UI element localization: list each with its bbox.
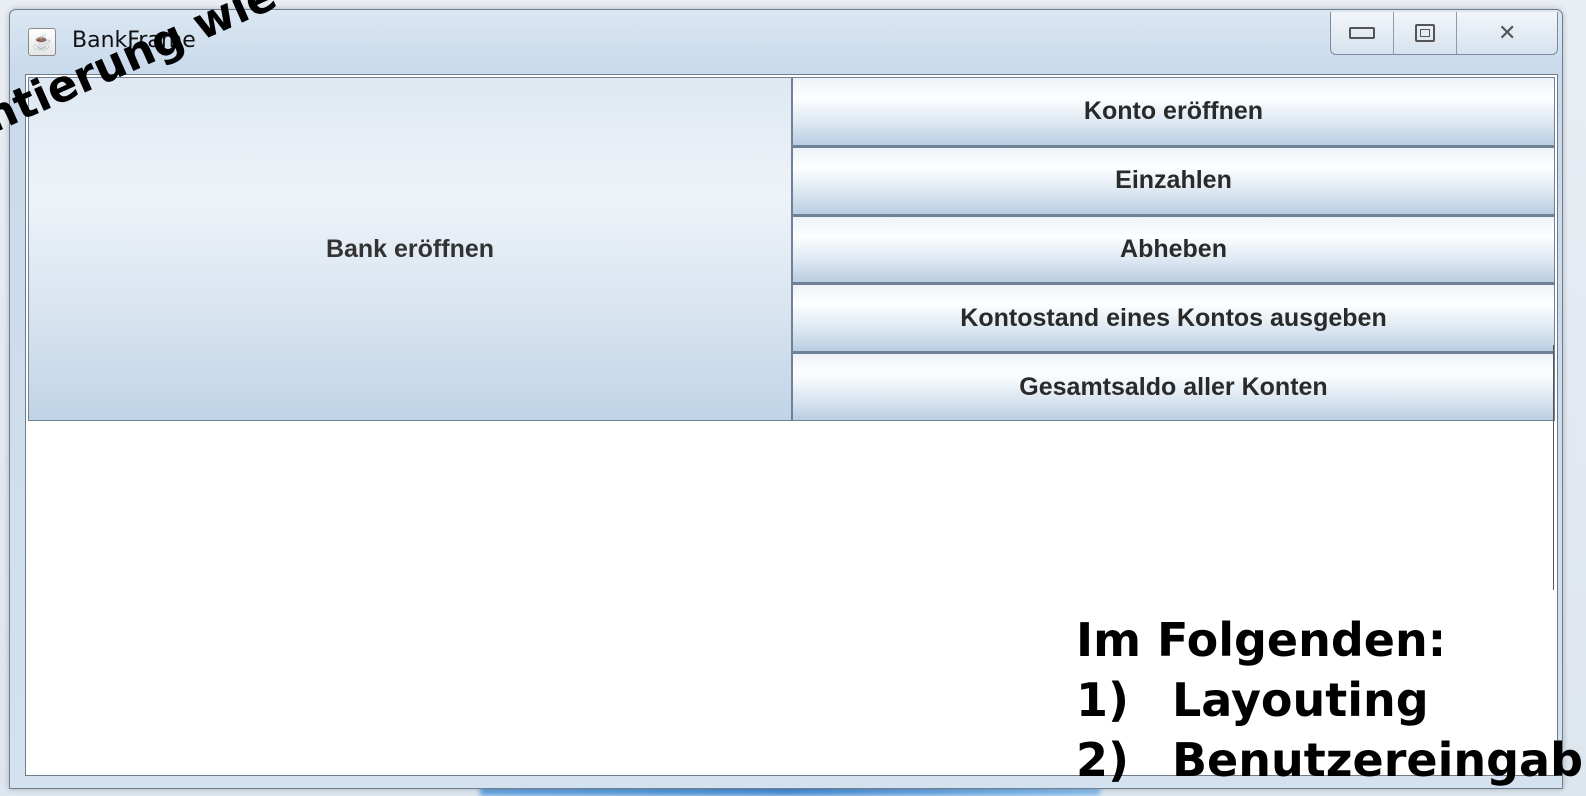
close-button[interactable]: ✕ [1457,12,1557,54]
annotation-heading: Im Folgenden: [1076,613,1447,667]
annotation-item: 1) Layouting [1076,670,1583,730]
account-balance-button[interactable]: Kontostand eines Kontos ausgeben [792,283,1555,353]
bank-open-button[interactable]: Bank eröffnen [28,77,792,421]
slide-annotation-list: Im Folgenden: 1) Layouting 2) Benutzerei… [1076,610,1583,790]
account-actions-column: Konto eröffnen Einzahlen Abheben Kontost… [792,77,1555,421]
window-controls: ✕ [1330,12,1558,55]
java-app-icon[interactable]: ☕ [28,28,56,56]
deposit-button[interactable]: Einzahlen [792,145,1555,215]
divider [1553,345,1554,590]
open-account-button[interactable]: Konto eröffnen [792,77,1555,146]
withdraw-button[interactable]: Abheben [792,214,1555,284]
annotation-item-label: Benutzereingab [1172,733,1584,787]
minimize-button[interactable] [1331,12,1395,54]
annotation-item-number: 2) [1076,733,1130,787]
annotation-item: 2) Benutzereingab [1076,730,1583,790]
minimize-icon [1349,27,1376,39]
close-icon: ✕ [1498,20,1517,45]
total-balance-button[interactable]: Gesamtsaldo aller Konten [792,352,1555,421]
annotation-item-number: 1) [1076,673,1130,727]
maximize-icon [1415,24,1436,42]
maximize-button[interactable] [1394,12,1458,54]
annotation-item-label: Layouting [1172,673,1429,727]
